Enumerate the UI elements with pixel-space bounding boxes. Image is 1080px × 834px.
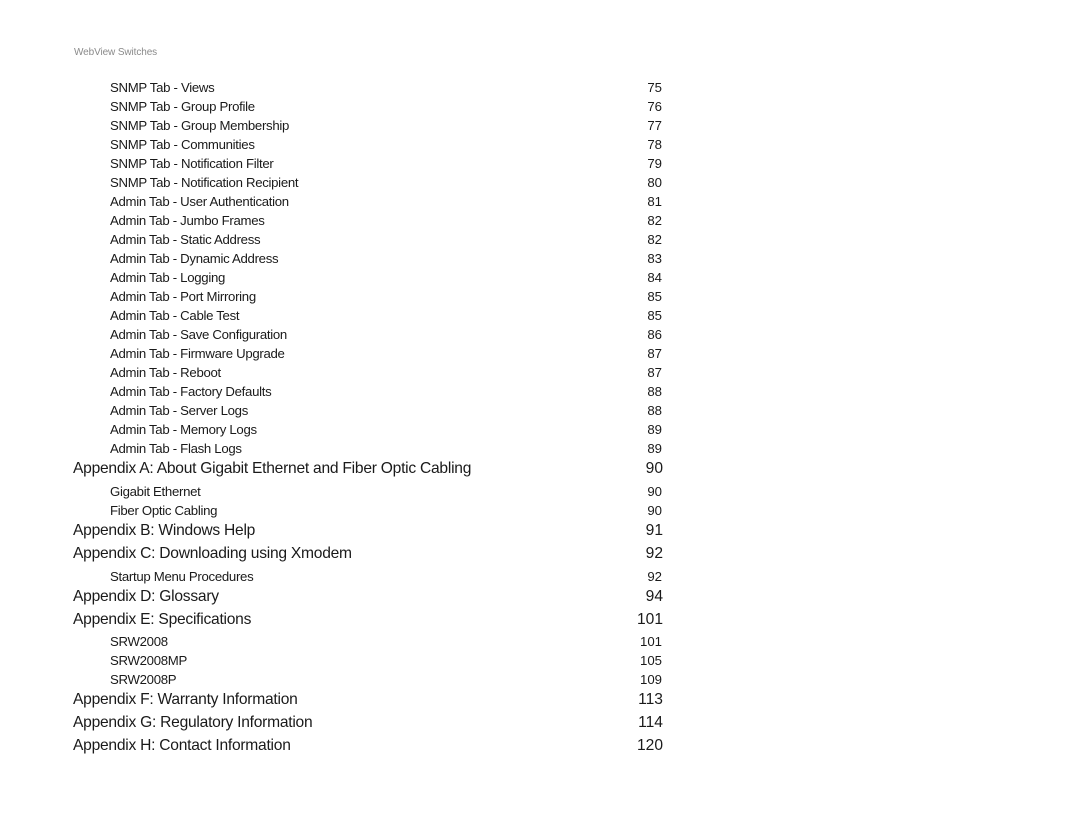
- toc-entry-page: 101: [639, 634, 662, 649]
- toc-entry-label[interactable]: SNMP Tab - Notification Filter: [110, 156, 274, 171]
- toc-entry-label[interactable]: Admin Tab - Static Address: [110, 232, 261, 247]
- toc-entry-label[interactable]: Admin Tab - Save Configuration: [110, 327, 287, 342]
- toc-entry-page: 78: [647, 137, 662, 152]
- toc-entry-label[interactable]: Admin Tab - Firmware Upgrade: [110, 346, 285, 361]
- toc-entry-page: 83: [647, 251, 662, 266]
- toc-entry-page: 89: [647, 422, 662, 437]
- toc-entry-page: 85: [647, 308, 662, 323]
- toc-appendix-page: 114: [638, 714, 663, 731]
- toc-appendix-page: 113: [638, 691, 663, 708]
- toc-entry-label[interactable]: Admin Tab - Server Logs: [110, 403, 248, 418]
- toc-entry-page: 85: [647, 289, 662, 304]
- toc-appendix-page: 91: [645, 522, 663, 539]
- toc-entry-label[interactable]: SRW2008P: [110, 672, 177, 687]
- toc-entry-page: 105: [639, 653, 662, 668]
- toc-entry-label[interactable]: Startup Menu Procedures: [110, 569, 254, 584]
- toc-appendix-page: 94: [645, 588, 663, 605]
- toc-appendix-page: 90: [645, 460, 663, 477]
- toc-entry-page: 81: [647, 194, 662, 209]
- toc-appendix-label[interactable]: Appendix F: Warranty Information: [73, 691, 298, 709]
- toc-entry-page: 87: [647, 346, 662, 361]
- toc-entry-page: 92: [647, 569, 662, 584]
- toc-entry-label[interactable]: SNMP Tab - Views: [110, 80, 215, 95]
- toc-appendix-label[interactable]: Appendix D: Glossary: [73, 588, 219, 606]
- toc-entry-label[interactable]: SRW2008MP: [110, 653, 187, 668]
- toc-entry-label[interactable]: Admin Tab - Reboot: [110, 365, 221, 380]
- toc-entry-page: 77: [647, 118, 662, 133]
- toc-entry-page: 89: [647, 441, 662, 456]
- toc-appendix-label[interactable]: Appendix B: Windows Help: [73, 522, 255, 540]
- toc-entry-label[interactable]: SRW2008: [110, 634, 168, 649]
- toc-entry-page: 90: [647, 484, 662, 499]
- toc-appendix-label[interactable]: Appendix H: Contact Information: [73, 737, 291, 755]
- toc-entry-label[interactable]: Admin Tab - Cable Test: [110, 308, 240, 323]
- toc-entry-label[interactable]: Admin Tab - Flash Logs: [110, 441, 242, 456]
- toc-entry-page: 88: [647, 403, 662, 418]
- toc-appendix-page: 92: [645, 545, 663, 562]
- toc-entry-label[interactable]: SNMP Tab - Communities: [110, 137, 255, 152]
- toc-entry-label[interactable]: SNMP Tab - Group Profile: [110, 99, 255, 114]
- toc-entry-page: 82: [647, 213, 662, 228]
- toc-entry-page: 75: [647, 80, 662, 95]
- toc-entry-page: 87: [647, 365, 662, 380]
- toc-entry-label[interactable]: Fiber Optic Cabling: [110, 503, 217, 518]
- toc-entry-label[interactable]: SNMP Tab - Notification Recipient: [110, 175, 299, 190]
- toc-appendix-page: 120: [636, 737, 663, 754]
- toc-entry-page: 79: [647, 156, 662, 171]
- toc-entry-label[interactable]: Gigabit Ethernet: [110, 484, 201, 499]
- toc-entry-label[interactable]: Admin Tab - Dynamic Address: [110, 251, 279, 266]
- toc-entry-label[interactable]: Admin Tab - Factory Defaults: [110, 384, 272, 399]
- toc-entry-page: 90: [647, 503, 662, 518]
- toc-entry-page: 88: [647, 384, 662, 399]
- toc-appendix-label[interactable]: Appendix G: Regulatory Information: [73, 714, 313, 732]
- running-header: WebView Switches: [74, 47, 158, 58]
- toc-entry-page: 84: [647, 270, 662, 285]
- toc-appendix-page: 101: [636, 611, 663, 628]
- toc-entry-page: 109: [639, 672, 662, 687]
- toc-entry-label[interactable]: SNMP Tab - Group Membership: [110, 118, 289, 133]
- toc-appendix-label[interactable]: Appendix A: About Gigabit Ethernet and F…: [73, 460, 471, 478]
- toc-appendix-label[interactable]: Appendix E: Specifications: [73, 611, 251, 629]
- toc-appendix-label[interactable]: Appendix C: Downloading using Xmodem: [73, 545, 352, 563]
- toc-entry-page: 76: [647, 99, 662, 114]
- toc-entry-page: 82: [647, 232, 662, 247]
- toc-entry-label[interactable]: Admin Tab - Port Mirroring: [110, 289, 256, 304]
- toc-entry-label[interactable]: Admin Tab - Jumbo Frames: [110, 213, 265, 228]
- toc-entry-label[interactable]: Admin Tab - User Authentication: [110, 194, 289, 209]
- toc-entry-page: 86: [647, 327, 662, 342]
- toc-entry-label[interactable]: Admin Tab - Memory Logs: [110, 422, 257, 437]
- toc-entry-label[interactable]: Admin Tab - Logging: [110, 270, 225, 285]
- toc-entry-page: 80: [647, 175, 662, 190]
